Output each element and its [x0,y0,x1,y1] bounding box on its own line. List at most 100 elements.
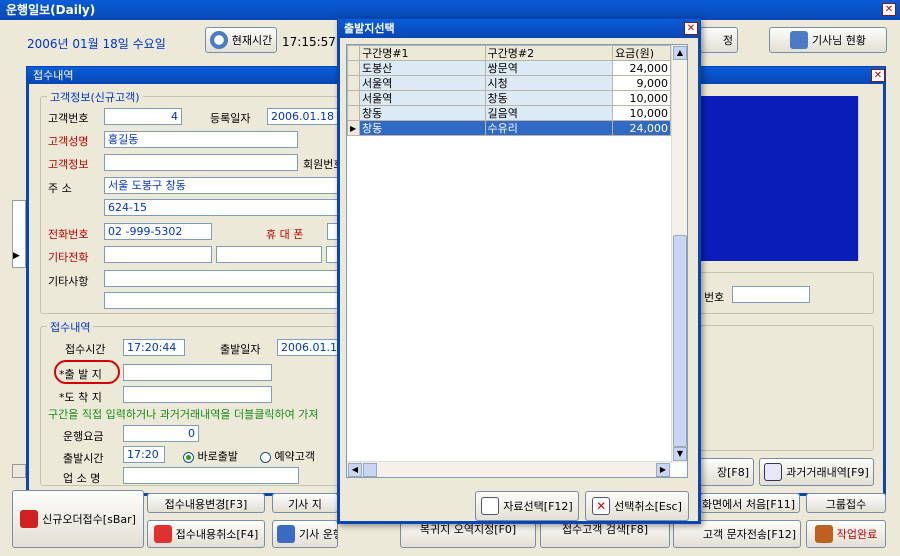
fare-field[interactable]: 0 [123,425,199,442]
screen-first-button[interactable]: 화면에서 처음[F11] [700,493,800,513]
address-field-2[interactable]: 624-15 [104,199,344,216]
scroll-right-icon[interactable]: ▶ [656,463,670,477]
group-receipt-button[interactable]: 그룹접수 [806,493,886,513]
route-row[interactable]: 서울역 창동 10,000 [347,90,671,106]
name-field[interactable]: 홍길동 [104,131,298,148]
save-f8-label: 장[F8] [716,466,749,479]
route-cell-3[interactable]: 10,000 [612,90,671,106]
door-icon [814,525,833,543]
route-cell-1[interactable]: 창동 [358,120,486,136]
route-row[interactable]: ▶ 창동 수유리 24,000 [347,120,671,136]
driver-status-button[interactable]: 기사님 현황 [769,27,887,53]
address-field-1[interactable]: 서울 도봉구 창동 [104,177,344,194]
right-no-field[interactable] [732,286,810,303]
main-scroll-left[interactable] [12,464,26,478]
time-display: 17:15:57 [282,35,336,49]
scroll-down-icon[interactable]: ▼ [673,447,687,461]
route-table: 구간명#1 구간명#2 요금(원) 도봉산 쌍문역 24,000 서울역 시청 9,000… [347,45,671,136]
reserve-option[interactable]: 예약고객 [260,448,315,464]
scroll-left-icon[interactable]: ◀ [348,463,362,477]
route-row[interactable]: 창동 길음역 10,000 [347,105,671,121]
return-assign-button[interactable]: 복귀지 오역지정[F0] [400,520,536,548]
driver-icon [789,31,808,49]
other-phone-field-2[interactable] [216,246,322,263]
scroll-thumb-horizontal[interactable] [363,463,377,477]
phone-label: 전화번호 [48,228,89,241]
row-indicator [347,75,360,91]
select-data-button[interactable]: 자료선택[F12] [475,491,579,521]
route-cell-2[interactable]: 길음역 [484,105,614,121]
history-icon [764,463,783,481]
new-order-button[interactable]: 신규오더접수[sBar] [12,490,144,548]
origin-field[interactable] [123,364,272,381]
receipt-close-icon[interactable]: ✕ [871,69,885,82]
route-cell-2[interactable]: 창동 [484,90,614,106]
dest-label: *도 착 지 [59,391,102,404]
header-col-2[interactable]: 구간명#2 [484,45,614,61]
depart-time-label: 출발시간 [63,452,104,465]
dialog-close-icon[interactable]: ✕ [684,22,698,35]
route-cell-1[interactable]: 창동 [358,105,486,121]
date-display: 2006년 01월 18일 수요일 [27,37,166,51]
reg-date-label: 등록일자 [210,112,251,125]
customer-no-field[interactable]: 4 [104,108,182,125]
scroll-thumb-vertical[interactable] [673,235,687,447]
dest-field[interactable] [123,386,272,403]
driver-list-scrollbar[interactable] [858,96,874,261]
edit-f3-button[interactable]: 접수내용변경[F3] [147,493,265,513]
route-cell-3[interactable]: 9,000 [612,75,671,91]
phone-field[interactable]: 02 -999-5302 [104,223,212,240]
info-field[interactable] [104,154,298,171]
main-close-icon[interactable]: ✕ [882,3,896,16]
right-no-label: 번호 [704,291,725,304]
route-cell-3[interactable]: 24,000 [612,60,671,76]
header-col-1[interactable]: 구간명#1 [358,45,486,61]
sms-button[interactable]: 고객 문자전송[F12] [673,520,801,548]
customer-search-button[interactable]: 접수고객 검색[F8] [540,520,670,548]
driver-list-panel [700,96,874,261]
route-row[interactable]: 서울역 시청 9,000 [347,75,671,91]
fare-label: 운행요금 [63,430,104,443]
route-cell-2[interactable]: 시청 [484,75,614,91]
receipt-time-field[interactable]: 17:20:44 [123,339,185,356]
route-row[interactable]: 도봉산 쌍문역 24,000 [347,60,671,76]
row-indicator [347,60,360,76]
depart-date-field[interactable]: 2006.01.18 [277,339,340,356]
cancel-f4-button[interactable]: 접수내용취소[F4] [147,520,265,548]
other-notes-field-2[interactable] [104,292,344,309]
depart-time-field[interactable]: 17:20 [123,446,165,463]
route-cell-3[interactable]: 24,000 [612,120,671,136]
reg-date-field[interactable]: 2006.01.18 [267,108,340,125]
work-done-label: 작업완료 [836,528,878,541]
work-done-button[interactable]: 작업완료 [806,520,886,548]
driver-assign-button[interactable]: 기사 지 [272,493,338,513]
customer-group-title: 고객정보(신규고객) [47,89,143,105]
route-cell-1[interactable]: 도봉산 [358,60,486,76]
new-order-label: 신규오더접수[sBar] [42,513,136,526]
group-receipt-label: 그룹접수 [825,498,867,511]
driver-status-label: 기사님 현황 [811,34,867,47]
route-hscrollbar[interactable]: ◀ ▶ [347,461,671,477]
save-f8-button[interactable]: 장[F8] [692,458,754,486]
main-titlebar: 운행일보(Daily) [0,0,900,20]
driver-history-button[interactable]: 기사 운행이력[F6] [272,520,338,548]
cancel-receipt-icon [153,525,172,543]
route-cell-2[interactable]: 수유리 [484,120,614,136]
depart-now-option[interactable]: 바로출발 [183,448,238,464]
history-f9-button[interactable]: 과거거래내역[F9] [759,458,874,486]
other-notes-field-1[interactable] [104,270,344,287]
route-vscrollbar[interactable]: ▲ ▼ [671,45,687,463]
settings-button[interactable]: 정 [700,27,738,53]
header-col-3[interactable]: 요금(원) [612,45,671,61]
cancel-selection-button[interactable]: ✕ 선택취소[Esc] [585,491,689,521]
route-cell-3[interactable]: 10,000 [612,105,671,121]
company-field[interactable] [123,467,299,484]
route-cell-1[interactable]: 서울역 [358,90,486,106]
route-cell-2[interactable]: 쌍문역 [484,60,614,76]
address-label: 주 소 [48,182,72,195]
scroll-up-icon[interactable]: ▲ [673,46,687,60]
current-time-button[interactable]: 현재시간 [205,27,277,53]
radio-reserve-icon [260,451,271,463]
route-cell-1[interactable]: 서울역 [358,75,486,91]
other-phone-field-1[interactable] [104,246,212,263]
